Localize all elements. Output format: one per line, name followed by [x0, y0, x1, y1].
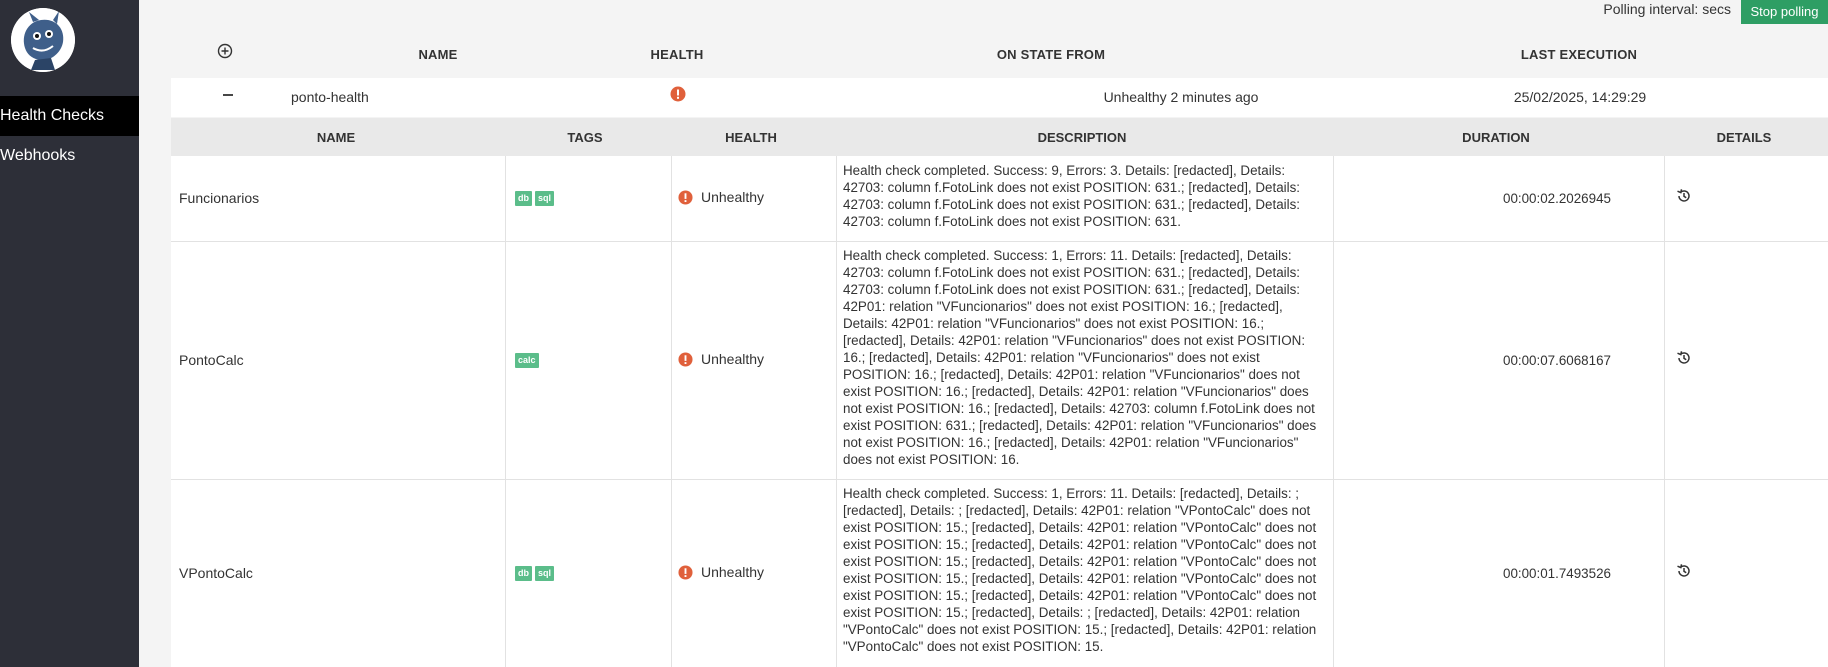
tag-list: db sql: [515, 191, 555, 206]
col-header-last-execution: LAST EXECUTION: [1520, 47, 1638, 62]
sidebar-item-label: Health Checks: [0, 107, 105, 124]
minus-icon[interactable]: [221, 87, 235, 103]
check-name: PontoCalc: [179, 352, 244, 368]
health-label: Unhealthy: [701, 351, 765, 367]
polling-interval-label: Polling interval: secs: [1603, 1, 1731, 17]
col-header-name: NAME: [316, 130, 356, 145]
check-duration: 00:00:01.7493526: [1503, 566, 1611, 581]
inner-table-header: NAME TAGS HEALTH DESCRIPTION DURATION DE…: [171, 118, 1828, 156]
check-description: Health check completed. Success: 9, Erro…: [843, 163, 1301, 229]
col-header-duration: DURATION: [1462, 130, 1530, 145]
stop-polling-button[interactable]: Stop polling: [1741, 0, 1828, 24]
tag-badge: sql: [535, 566, 555, 581]
health-label: Unhealthy: [701, 189, 765, 205]
outer-table-header: NAME HEALTH ON STATE FROM LAST EXECUTION: [171, 36, 1828, 74]
col-header-health: HEALTH: [650, 47, 704, 62]
table-row: Funcionarios db sql Unhealthy Health che…: [171, 156, 1828, 241]
check-description: Health check completed. Success: 1, Erro…: [843, 248, 1317, 467]
health-status: Unhealthy: [678, 189, 764, 205]
col-header-tags: TAGS: [567, 130, 603, 145]
tag-list: calc: [515, 353, 539, 368]
health-status: Unhealthy: [678, 564, 764, 580]
history-icon[interactable]: [1675, 187, 1693, 205]
check-name: Funcionarios: [179, 190, 260, 206]
history-icon[interactable]: [1675, 349, 1693, 367]
history-icon[interactable]: [1675, 562, 1693, 580]
add-circle-icon[interactable]: [216, 42, 234, 60]
tag-badge: calc: [515, 353, 539, 368]
health-checks-table: NAME TAGS HEALTH DESCRIPTION DURATION DE…: [171, 118, 1828, 667]
tag-list: db sql: [515, 566, 555, 581]
col-header-description: DESCRIPTION: [1037, 130, 1127, 145]
table-row: PontoCalc calc Unhealthy Health check co…: [171, 242, 1828, 479]
tag-badge: sql: [535, 191, 555, 206]
app-logo: [11, 8, 75, 72]
col-header-on-state-from: ON STATE FROM: [996, 47, 1106, 62]
col-header-name: NAME: [418, 47, 458, 62]
error-circle-icon: [670, 86, 686, 105]
group-state-from: Unhealthy 2 minutes ago: [1103, 89, 1259, 105]
error-circle-icon: [678, 351, 693, 367]
error-circle-icon: [678, 189, 693, 205]
check-name: VPontoCalc: [179, 565, 253, 581]
check-description: Health check completed. Success: 1, Erro…: [843, 486, 1317, 654]
group-last-execution: 25/02/2025, 14:29:29: [1513, 89, 1647, 105]
check-duration: 00:00:07.6068167: [1503, 353, 1611, 368]
check-duration: 00:00:02.2026945: [1503, 191, 1611, 206]
col-header-details: DETAILS: [1716, 130, 1772, 145]
col-header-health: HEALTH: [725, 130, 777, 145]
health-status: Unhealthy: [678, 351, 764, 367]
sidebar-item-health-checks[interactable]: Health Checks: [0, 96, 139, 136]
sidebar-item-webhooks[interactable]: Webhooks: [0, 136, 139, 176]
tag-badge: db: [515, 566, 532, 581]
main-content: Polling interval: secs Stop polling NAME…: [139, 0, 1828, 667]
tag-badge: db: [515, 191, 532, 206]
error-circle-icon: [678, 564, 693, 580]
health-group-row: ponto-health Unhealthy 2 minutes ago 25/…: [171, 78, 1828, 117]
health-label: Unhealthy: [701, 564, 765, 580]
sidebar: Health Checks Webhooks: [0, 0, 139, 667]
sidebar-item-label: Webhooks: [0, 147, 76, 164]
table-row: VPontoCalc db sql Unhealthy Health check…: [171, 480, 1828, 667]
group-name: ponto-health: [291, 89, 369, 105]
